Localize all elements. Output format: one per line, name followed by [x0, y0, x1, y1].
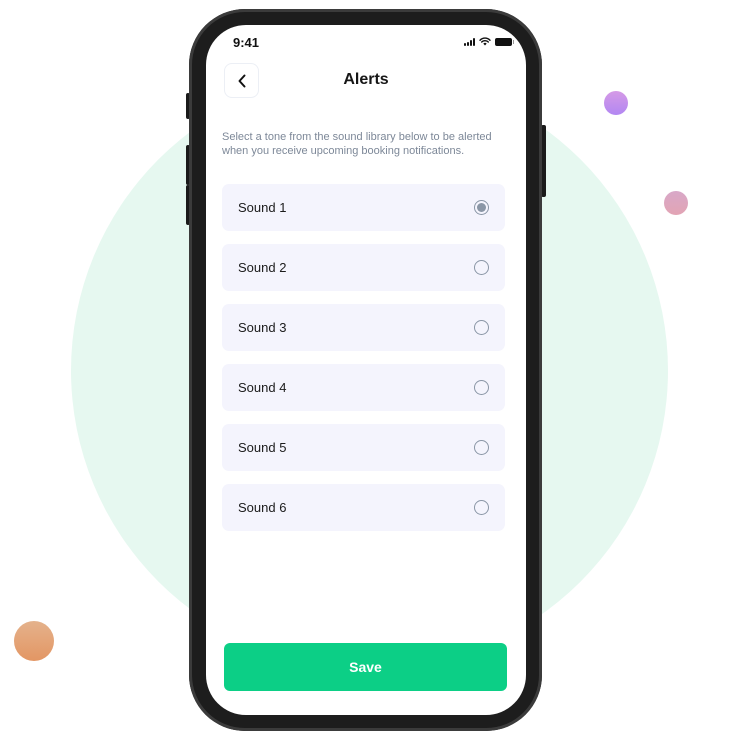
decorative-dot-purple [604, 91, 628, 115]
sound-option-1[interactable]: Sound 1 [222, 184, 505, 231]
description-text: Select a tone from the sound library bel… [222, 131, 492, 157]
radio-button[interactable] [474, 320, 489, 335]
battery-icon [495, 37, 514, 46]
status-time: 9:41 [233, 35, 260, 50]
status-bar: 9:41 [206, 25, 526, 61]
page-title: Alerts [343, 71, 389, 88]
radio-button[interactable] [474, 200, 489, 215]
save-button[interactable]: Save [224, 643, 507, 691]
radio-button[interactable] [474, 440, 489, 455]
sound-option-2[interactable]: Sound 2 [222, 244, 505, 291]
sound-label: Sound 6 [238, 500, 287, 515]
cellular-signal-icon [464, 37, 475, 46]
phone-screen: 9:41 Alerts Select a tone from the sound… [206, 25, 526, 715]
sound-label: Sound 2 [238, 260, 287, 275]
sound-option-5[interactable]: Sound 5 [222, 424, 505, 471]
decorative-dot-orange [14, 621, 54, 661]
sound-option-6[interactable]: Sound 6 [222, 484, 505, 531]
wifi-icon [479, 37, 491, 46]
sound-option-3[interactable]: Sound 3 [222, 304, 505, 351]
sound-label: Sound 4 [238, 380, 287, 395]
sound-label: Sound 3 [238, 320, 287, 335]
radio-button[interactable] [474, 500, 489, 515]
sound-label: Sound 5 [238, 440, 287, 455]
status-icons [464, 37, 514, 46]
sound-list: Sound 1 Sound 2 Sound 3 Sound 4 Sound 5 … [222, 184, 505, 544]
radio-button[interactable] [474, 260, 489, 275]
radio-button[interactable] [474, 380, 489, 395]
sound-label: Sound 1 [238, 200, 287, 215]
decorative-dot-pink [664, 191, 688, 215]
sound-option-4[interactable]: Sound 4 [222, 364, 505, 411]
